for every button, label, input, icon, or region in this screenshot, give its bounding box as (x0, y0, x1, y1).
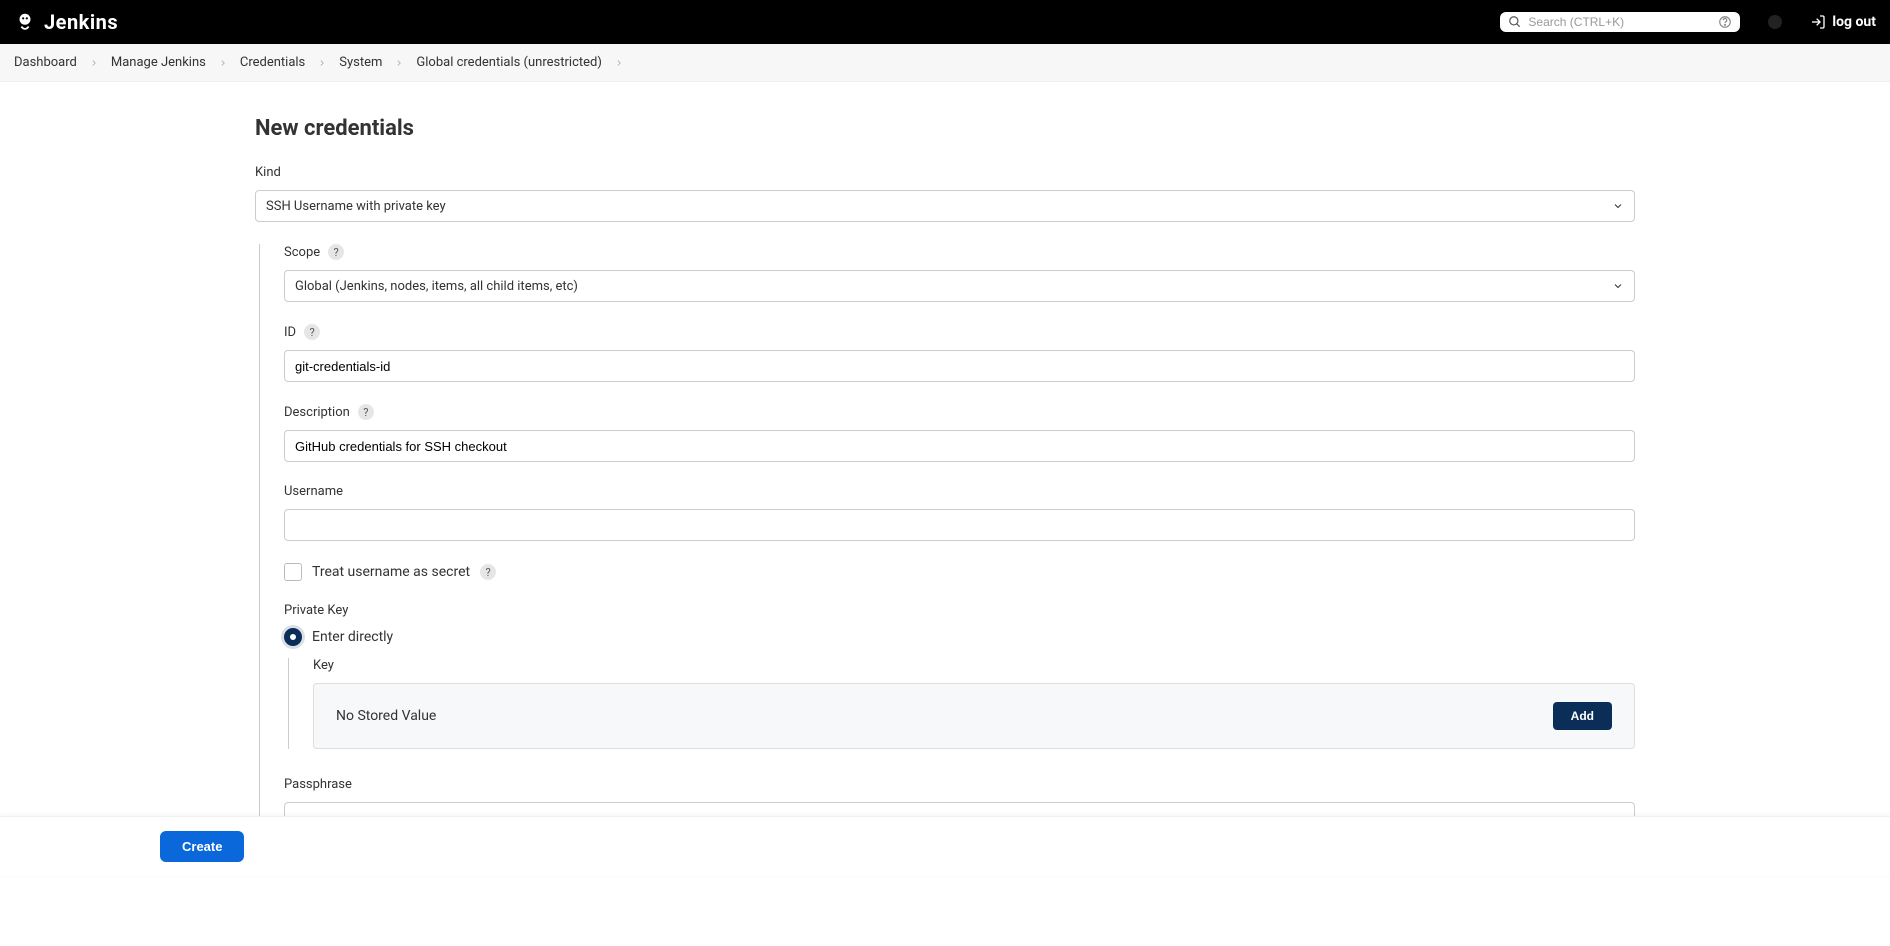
key-box: No Stored Value Add (313, 683, 1635, 749)
scope-value: Global (Jenkins, nodes, items, all child… (295, 279, 578, 294)
search-icon (1508, 15, 1522, 29)
logout-label: log out (1832, 14, 1876, 30)
kind-label: Kind (255, 165, 1635, 180)
id-label: ID (284, 325, 296, 340)
footer-bar: Create (0, 816, 1890, 876)
chevron-down-icon (1612, 200, 1624, 212)
help-icon[interactable]: ? (304, 324, 320, 340)
chevron-right-icon (89, 58, 99, 68)
breadcrumb-credentials[interactable]: Credentials (240, 55, 305, 70)
username-label: Username (284, 484, 1635, 499)
private-key-label: Private Key (284, 603, 1635, 618)
search-input[interactable] (1528, 15, 1712, 29)
username-input[interactable] (284, 509, 1635, 541)
chevron-down-icon (1612, 280, 1624, 292)
breadcrumb-dashboard[interactable]: Dashboard (14, 55, 77, 70)
no-stored-value-text: No Stored Value (336, 708, 436, 724)
chevron-right-icon (218, 58, 228, 68)
page-title: New credentials (255, 116, 1635, 141)
user-avatar-icon[interactable] (1768, 15, 1782, 29)
chevron-right-icon (317, 58, 327, 68)
description-input[interactable] (284, 430, 1635, 462)
search-box[interactable] (1500, 12, 1740, 32)
treat-username-secret-checkbox[interactable] (284, 563, 302, 581)
help-icon[interactable]: ? (328, 244, 344, 260)
help-icon[interactable] (1718, 15, 1732, 29)
enter-directly-radio[interactable] (284, 628, 302, 646)
create-button[interactable]: Create (160, 831, 244, 862)
scope-select[interactable]: Global (Jenkins, nodes, items, all child… (284, 270, 1635, 302)
passphrase-label: Passphrase (284, 777, 1635, 792)
logout-button[interactable]: log out (1810, 14, 1876, 30)
brand-name: Jenkins (44, 10, 118, 34)
kind-value: SSH Username with private key (266, 199, 446, 214)
kind-select[interactable]: SSH Username with private key (255, 190, 1635, 222)
radio-dot-icon (290, 634, 296, 640)
enter-directly-label: Enter directly (312, 629, 393, 645)
treat-username-secret-label: Treat username as secret (312, 564, 470, 580)
help-icon[interactable]: ? (480, 564, 496, 580)
scope-label: Scope (284, 245, 320, 260)
top-header: Jenkins lo (0, 0, 1890, 44)
logout-icon (1810, 14, 1826, 30)
id-input[interactable] (284, 350, 1635, 382)
add-key-button[interactable]: Add (1553, 702, 1612, 730)
breadcrumb-manage-jenkins[interactable]: Manage Jenkins (111, 55, 206, 70)
description-label: Description (284, 405, 350, 420)
jenkins-logo-icon (14, 11, 36, 33)
breadcrumb-system[interactable]: System (339, 55, 382, 70)
chevron-right-icon (394, 58, 404, 68)
key-label: Key (313, 658, 1635, 673)
breadcrumb: Dashboard Manage Jenkins Credentials Sys… (0, 44, 1890, 82)
chevron-right-icon (614, 58, 624, 68)
help-icon[interactable]: ? (358, 404, 374, 420)
breadcrumb-global-credentials[interactable]: Global credentials (unrestricted) (416, 55, 601, 70)
